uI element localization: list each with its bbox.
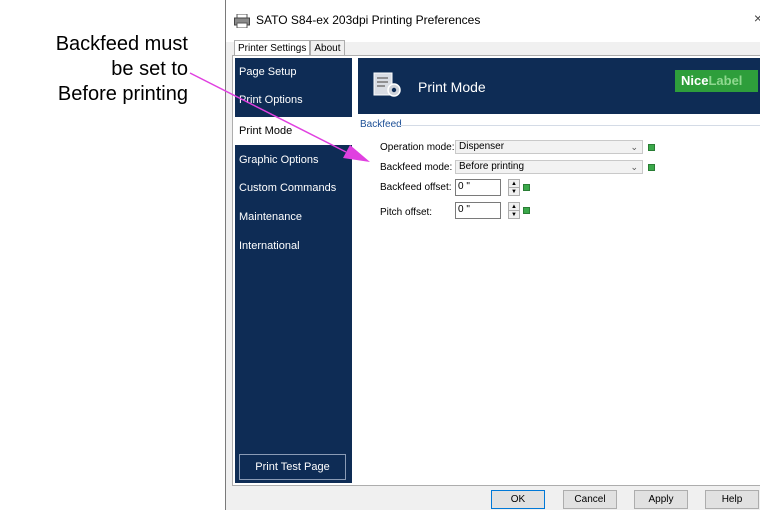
lock-icon[interactable] bbox=[648, 164, 655, 171]
apply-button[interactable]: Apply bbox=[634, 490, 688, 509]
backfeed-mode-value: Before printing bbox=[459, 161, 525, 172]
group-divider bbox=[399, 125, 760, 126]
help-button[interactable]: Help bbox=[705, 490, 759, 509]
backfeed-offset-stepper[interactable]: ▲ ▼ bbox=[508, 179, 520, 196]
printing-preferences-window: SATO S84-ex 203dpi Printing Preferences … bbox=[225, 0, 760, 510]
chevron-down-icon: ⌄ bbox=[630, 162, 638, 172]
ok-button[interactable]: OK bbox=[491, 490, 545, 509]
stepper-down-icon[interactable]: ▼ bbox=[509, 211, 519, 219]
operation-mode-value: Dispenser bbox=[459, 141, 505, 152]
sidebar-item-custom-commands[interactable]: Custom Commands bbox=[235, 174, 352, 202]
annotation-line-2: be set to bbox=[111, 58, 188, 80]
backfeed-mode-select[interactable]: Before printing ⌄ bbox=[455, 160, 643, 174]
backfeed-mode-label: Backfeed mode: bbox=[380, 162, 453, 173]
lock-icon[interactable] bbox=[648, 144, 655, 151]
sidebar-item-graphic-options[interactable]: Graphic Options bbox=[235, 146, 352, 174]
stepper-up-icon[interactable]: ▲ bbox=[509, 203, 519, 211]
pitch-offset-stepper[interactable]: ▲ ▼ bbox=[508, 202, 520, 219]
tab-about[interactable]: About bbox=[310, 40, 345, 56]
pitch-offset-input[interactable]: 0 " bbox=[455, 202, 501, 219]
logo-part-nice: Nice bbox=[681, 73, 709, 88]
sidebar-item-maintenance[interactable]: Maintenance bbox=[235, 203, 352, 231]
title-bar: SATO S84-ex 203dpi Printing Preferences … bbox=[226, 0, 760, 42]
logo-part-label: Label bbox=[708, 73, 743, 88]
print-test-page-button[interactable]: Print Test Page bbox=[239, 454, 346, 480]
annotation-line-1: Backfeed must bbox=[55, 33, 188, 55]
sidebar-item-print-options[interactable]: Print Options bbox=[235, 86, 352, 114]
page-title: Print Mode bbox=[418, 79, 486, 95]
sidebar-item-international[interactable]: International bbox=[235, 232, 352, 260]
operation-mode-select[interactable]: Dispenser ⌄ bbox=[455, 140, 643, 154]
lock-icon[interactable] bbox=[523, 184, 530, 191]
annotation-line-3: Before printing bbox=[57, 83, 188, 105]
chevron-down-icon: ⌄ bbox=[630, 142, 638, 152]
window-title: SATO S84-ex 203dpi Printing Preferences bbox=[256, 13, 481, 27]
stepper-down-icon[interactable]: ▼ bbox=[509, 188, 519, 196]
close-icon[interactable]: × bbox=[754, 10, 760, 26]
sidebar-item-page-setup[interactable]: Page Setup bbox=[235, 58, 352, 86]
tab-strip: Printer Settings About bbox=[234, 40, 345, 57]
printer-icon bbox=[234, 14, 250, 28]
page-header: Print Mode NiceLabel bbox=[358, 58, 760, 114]
pitch-offset-label: Pitch offset: bbox=[380, 207, 433, 218]
sidebar: Page Setup Print Options Print Mode Grap… bbox=[235, 58, 352, 483]
backfeed-group-label: Backfeed bbox=[360, 119, 402, 130]
backfeed-offset-input[interactable]: 0 " bbox=[455, 179, 501, 196]
tab-panel: Page Setup Print Options Print Mode Grap… bbox=[232, 55, 760, 486]
print-mode-icon bbox=[373, 72, 401, 97]
stepper-up-icon[interactable]: ▲ bbox=[509, 180, 519, 188]
nicelabel-logo: NiceLabel bbox=[675, 70, 758, 92]
annotation-text: Backfeed must be set to Before printing bbox=[0, 32, 188, 107]
cancel-button[interactable]: Cancel bbox=[563, 490, 617, 509]
sidebar-item-print-mode[interactable]: Print Mode bbox=[235, 117, 352, 145]
backfeed-offset-label: Backfeed offset: bbox=[380, 182, 452, 193]
operation-mode-label: Operation mode: bbox=[380, 142, 455, 153]
lock-icon[interactable] bbox=[523, 207, 530, 214]
